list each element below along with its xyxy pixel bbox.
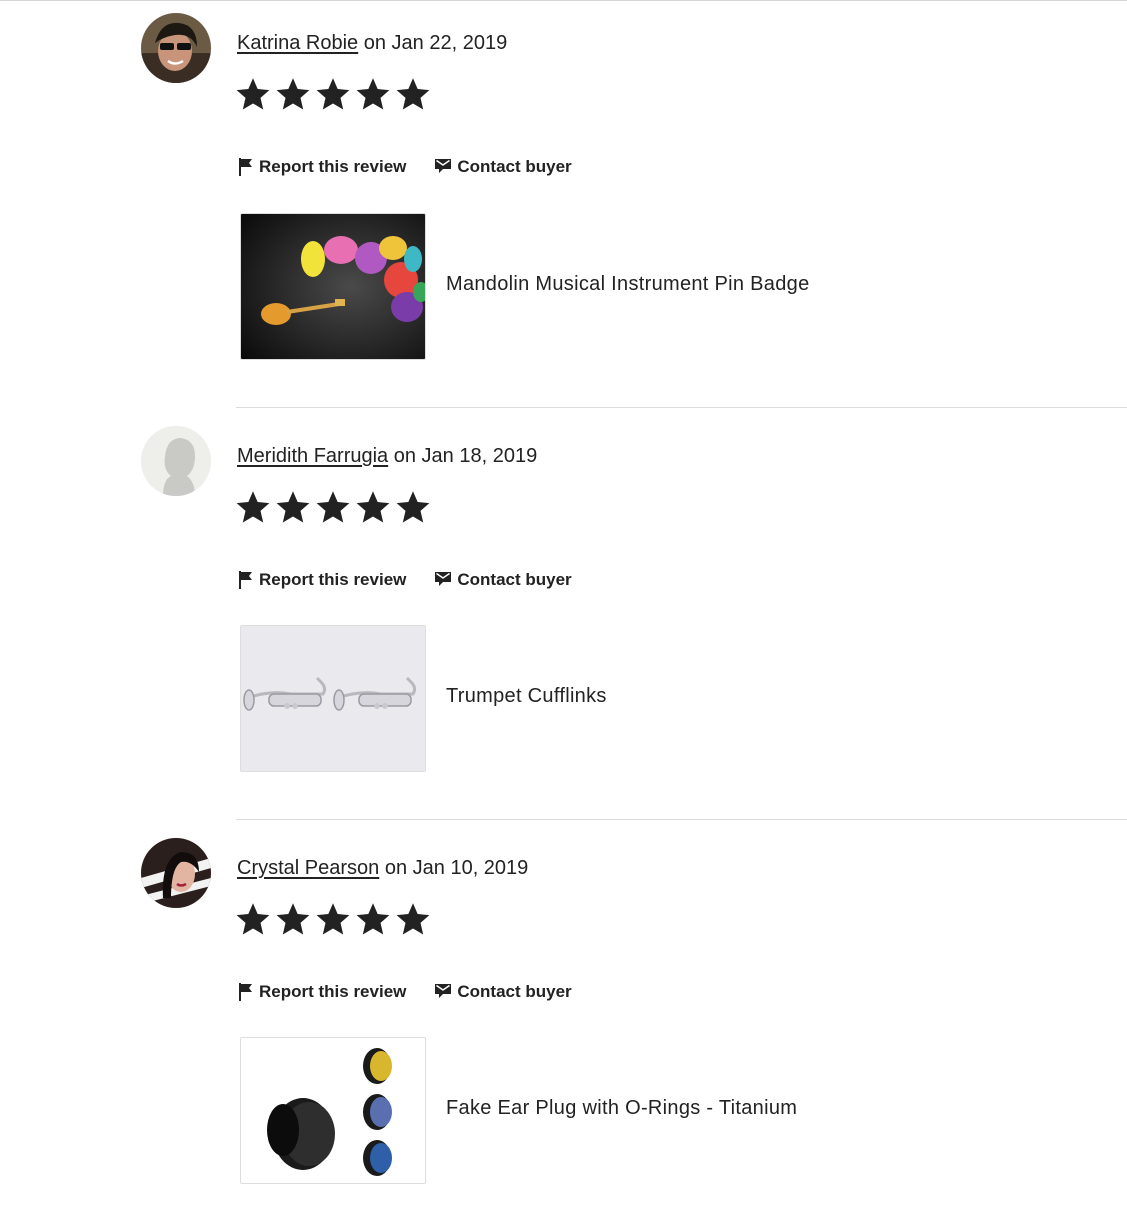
avatar[interactable] <box>141 13 211 83</box>
avatar[interactable] <box>141 426 211 496</box>
star-rating <box>235 901 431 937</box>
contact-buyer-label: Contact buyer <box>457 157 572 176</box>
star-icon <box>276 491 310 523</box>
star-icon <box>396 491 430 523</box>
report-review-button[interactable]: Report this review <box>238 982 406 1002</box>
star-icon <box>356 491 390 523</box>
star-icon <box>236 78 270 110</box>
contact-envelope-icon <box>435 159 452 173</box>
review-actions: Report this review Contact buyer <box>238 982 572 1002</box>
flag-icon <box>239 571 252 589</box>
reviewer-name-link[interactable]: Meridith Farrugia <box>237 445 388 467</box>
review-item: Crystal Pearson on Jan 10, 2019 Report t… <box>0 819 1127 1231</box>
report-review-label: Report this review <box>259 982 407 1001</box>
listing-title-link[interactable]: Trumpet Cufflinks <box>446 685 607 708</box>
star-icon <box>276 78 310 110</box>
listing-thumbnail[interactable] <box>240 625 426 772</box>
listing-thumbnail[interactable] <box>240 1037 426 1184</box>
report-review-label: Report this review <box>259 157 407 176</box>
reviewer-name-link[interactable]: Crystal Pearson <box>237 857 379 879</box>
listing-thumbnail[interactable] <box>240 213 426 360</box>
star-icon <box>356 903 390 935</box>
review-actions: Report this review Contact buyer <box>238 157 572 177</box>
star-icon <box>396 78 430 110</box>
star-rating <box>235 76 431 112</box>
contact-buyer-button[interactable]: Contact buyer <box>434 982 572 1002</box>
star-icon <box>276 903 310 935</box>
listing-title-link[interactable]: Fake Ear Plug with O-Rings - Titanium <box>446 1097 797 1120</box>
contact-buyer-button[interactable]: Contact buyer <box>434 157 572 177</box>
listing-title-link[interactable]: Mandolin Musical Instrument Pin Badge <box>446 273 810 296</box>
review-byline: Crystal Pearson on Jan 10, 2019 <box>237 856 528 880</box>
avatar[interactable] <box>141 838 211 908</box>
flag-icon <box>239 158 252 176</box>
contact-buyer-label: Contact buyer <box>457 570 572 589</box>
report-review-button[interactable]: Report this review <box>238 570 406 590</box>
review-byline: Meridith Farrugia on Jan 18, 2019 <box>237 444 537 468</box>
report-review-label: Report this review <box>259 570 407 589</box>
star-icon <box>316 78 350 110</box>
review-actions: Report this review Contact buyer <box>238 570 572 590</box>
contact-envelope-icon <box>435 572 452 586</box>
review-divider <box>236 819 1127 820</box>
review-byline: Katrina Robie on Jan 22, 2019 <box>237 31 507 55</box>
star-icon <box>316 491 350 523</box>
star-icon <box>236 491 270 523</box>
review-date: on Jan 18, 2019 <box>388 445 538 467</box>
contact-buyer-label: Contact buyer <box>457 982 572 1001</box>
review-item: Katrina Robie on Jan 22, 2019 Report thi… <box>0 0 1127 412</box>
star-rating <box>235 489 431 525</box>
contact-buyer-button[interactable]: Contact buyer <box>434 570 572 590</box>
report-review-button[interactable]: Report this review <box>238 157 406 177</box>
star-icon <box>356 78 390 110</box>
star-icon <box>396 903 430 935</box>
star-icon <box>236 903 270 935</box>
review-date: on Jan 22, 2019 <box>358 32 508 54</box>
flag-icon <box>239 983 252 1001</box>
review-divider <box>236 407 1127 408</box>
contact-envelope-icon <box>435 984 452 998</box>
reviewer-name-link[interactable]: Katrina Robie <box>237 32 358 54</box>
review-date: on Jan 10, 2019 <box>379 857 529 879</box>
review-item: Meridith Farrugia on Jan 18, 2019 Report… <box>0 407 1127 819</box>
star-icon <box>316 903 350 935</box>
